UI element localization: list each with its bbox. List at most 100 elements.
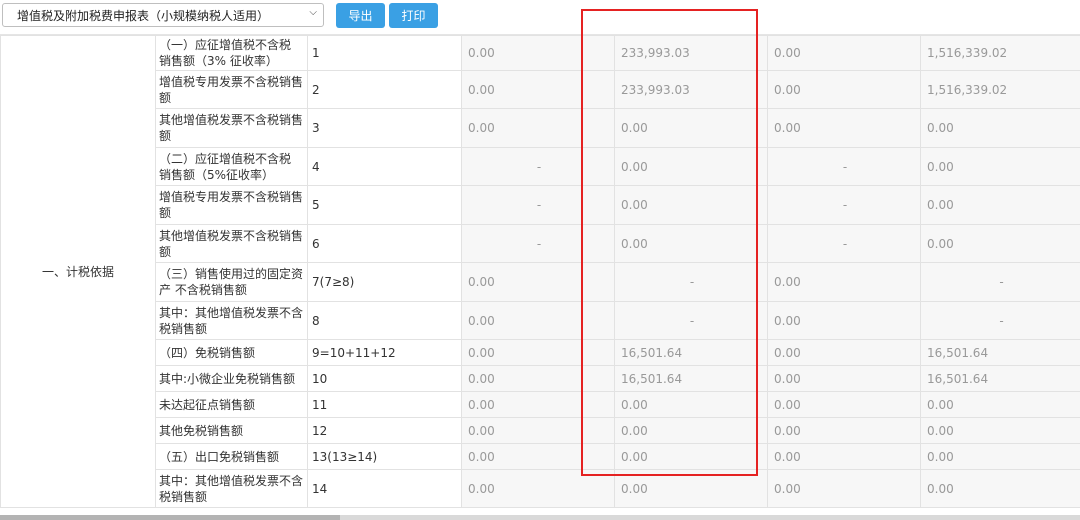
table-row: 其他免税销售额 12 0.00 0.00 0.00 0.00 bbox=[1, 417, 1080, 444]
table-row: 其他增值税发票不含税销售额 6-0.00-0.00 bbox=[1, 224, 1080, 263]
row-number: 5 bbox=[307, 185, 462, 225]
row-name: 增值税专用发票不含税销售额 bbox=[155, 70, 308, 109]
value-cell-c1[interactable]: 0.00 bbox=[461, 365, 615, 392]
tax-report-grid: 一、计税依据 （一）应征增值税不含税 销售额（3% 征收率） 1 0.00 233,99… bbox=[0, 35, 1080, 515]
value-cell-c4[interactable]: 0.00 bbox=[920, 469, 1080, 508]
report-type-select-value: 增值税及附加税费申报表（小规模纳税人适用） bbox=[17, 8, 270, 23]
value-cell-c2[interactable]: 0.00 bbox=[614, 185, 768, 225]
table-row: 其中:小微企业免税销售额 10 0.00 16,501.64 0.00 16,501.64 bbox=[1, 365, 1080, 392]
value-cell-c1[interactable]: 0.00 bbox=[461, 35, 615, 71]
value-cell-c4[interactable]: 0.00 bbox=[920, 443, 1080, 470]
report-type-select[interactable]: 增值税及附加税费申报表（小规模纳税人适用） ⌵ bbox=[2, 3, 324, 27]
value-cell-c2[interactable]: 0.00 bbox=[614, 469, 768, 508]
value-cell-c4[interactable]: 0.00 bbox=[920, 224, 1080, 263]
table-row: 其中：其他增值税发票不含税销售额 14 0.00 0.00 0.00 0.00 bbox=[1, 469, 1080, 508]
value-cell-c1[interactable]: 0.00 bbox=[461, 262, 615, 302]
value-cell-c4[interactable]: - bbox=[920, 301, 1080, 340]
value-cell-c1[interactable]: - bbox=[461, 147, 615, 186]
row-name: 未达起征点销售额 bbox=[155, 391, 308, 418]
row-name: （三）销售使用过的固定资产 不含税销售额 bbox=[155, 262, 308, 302]
table-row: （三）销售使用过的固定资产 不含税销售额 7(7≥8) 0.00-0.00- bbox=[1, 262, 1080, 302]
value-cell-c3[interactable]: - bbox=[767, 224, 921, 263]
value-cell-c1[interactable]: 0.00 bbox=[461, 301, 615, 340]
value-cell-c2[interactable]: 0.00 bbox=[614, 417, 768, 444]
value-cell-c2[interactable]: 0.00 bbox=[614, 147, 768, 186]
value-cell-c4[interactable]: 0.00 bbox=[920, 417, 1080, 444]
table-row: 一、计税依据 （一）应征增值税不含税 销售额（3% 征收率） 1 0.00 233,99… bbox=[0, 35, 1080, 508]
value-cell-c3[interactable]: 0.00 bbox=[767, 70, 921, 109]
row-name: （四）免税销售额 bbox=[155, 339, 308, 366]
table-row: 增值税专用发票不含税销售额 5-0.00-0.00 bbox=[1, 185, 1080, 225]
row-number: 7(7≥8) bbox=[307, 262, 462, 302]
value-cell-c4[interactable]: 1,516,339.02 bbox=[920, 35, 1080, 71]
value-cell-c2[interactable]: 0.00 bbox=[614, 391, 768, 418]
value-cell-c2[interactable]: - bbox=[614, 301, 768, 340]
value-cell-c1[interactable]: 0.00 bbox=[461, 70, 615, 109]
value-cell-c3[interactable]: - bbox=[767, 185, 921, 225]
value-cell-c2[interactable]: 0.00 bbox=[614, 224, 768, 263]
value-cell-c1[interactable]: 0.00 bbox=[461, 443, 615, 470]
table-row: （五）出口免税销售额 13(13≥14) 0.00 0.00 0.00 0.00 bbox=[1, 443, 1080, 470]
value-cell-c2[interactable]: 0.00 bbox=[614, 108, 768, 148]
row-name: 其中:小微企业免税销售额 bbox=[155, 365, 308, 392]
value-cell-c4[interactable]: - bbox=[920, 262, 1080, 302]
scrollbar-thumb[interactable] bbox=[0, 515, 340, 520]
value-cell-c1[interactable]: 0.00 bbox=[461, 469, 615, 508]
value-cell-c3[interactable]: 0.00 bbox=[767, 391, 921, 418]
table-row: 其中：其他增值税发票不含税销售额 8 0.00-0.00- bbox=[1, 301, 1080, 340]
row-number: 8 bbox=[307, 301, 462, 340]
value-cell-c3[interactable]: 0.00 bbox=[767, 301, 921, 340]
export-button[interactable]: 导出 bbox=[336, 3, 385, 28]
value-cell-c2[interactable]: 16,501.64 bbox=[614, 365, 768, 392]
value-cell-c3[interactable]: 0.00 bbox=[767, 365, 921, 392]
value-cell-c2[interactable]: 16,501.64 bbox=[614, 339, 768, 366]
row-number: 1 bbox=[307, 35, 462, 71]
value-cell-c3[interactable]: 0.00 bbox=[767, 339, 921, 366]
value-cell-c4[interactable]: 1,516,339.02 bbox=[920, 70, 1080, 109]
row-number: 14 bbox=[307, 469, 462, 508]
row-name: 其中：其他增值税发票不含税销售额 bbox=[155, 469, 308, 508]
value-cell-c4[interactable]: 0.00 bbox=[920, 108, 1080, 148]
value-cell-c1[interactable]: - bbox=[461, 224, 615, 263]
print-button[interactable]: 打印 bbox=[389, 3, 438, 28]
value-cell-c3[interactable]: 0.00 bbox=[767, 417, 921, 444]
category-cell: 一、计税依据 bbox=[0, 35, 156, 508]
value-cell-c3[interactable]: 0.00 bbox=[767, 35, 921, 71]
row-number: 4 bbox=[307, 147, 462, 186]
value-cell-c3[interactable]: 0.00 bbox=[767, 443, 921, 470]
value-cell-c1[interactable]: - bbox=[461, 185, 615, 225]
row-name: 其他增值税发票不含税销售额 bbox=[155, 224, 308, 263]
value-cell-c3[interactable]: - bbox=[767, 147, 921, 186]
table-row: （二）应征增值税不含税 销售额（5%征收率） 4-0.00-0.00 bbox=[1, 147, 1080, 186]
value-cell-c3[interactable]: 0.00 bbox=[767, 469, 921, 508]
value-cell-c4[interactable]: 0.00 bbox=[920, 391, 1080, 418]
row-name: （五）出口免税销售额 bbox=[155, 443, 308, 470]
value-cell-c4[interactable]: 16,501.64 bbox=[920, 339, 1080, 366]
horizontal-scrollbar[interactable] bbox=[0, 515, 1080, 520]
toolbar: 增值税及附加税费申报表（小规模纳税人适用） ⌵ 导出 打印 bbox=[0, 0, 1080, 34]
row-number: 6 bbox=[307, 224, 462, 263]
value-cell-c1[interactable]: 0.00 bbox=[461, 417, 615, 444]
value-cell-c1[interactable]: 0.00 bbox=[461, 339, 615, 366]
row-number: 2 bbox=[307, 70, 462, 109]
row-name: （一）应征增值税不含税 销售额（3% 征收率） bbox=[155, 35, 308, 71]
row-number: 9=10+11+12 bbox=[307, 339, 462, 366]
row-name: 其中：其他增值税发票不含税销售额 bbox=[155, 301, 308, 340]
chevron-down-icon: ⌵ bbox=[309, 7, 317, 18]
value-cell-c2[interactable]: 0.00 bbox=[614, 443, 768, 470]
value-cell-c4[interactable]: 0.00 bbox=[920, 147, 1080, 186]
row-number: 11 bbox=[307, 391, 462, 418]
row-name: （二）应征增值税不含税 销售额（5%征收率） bbox=[155, 147, 308, 186]
value-cell-c4[interactable]: 0.00 bbox=[920, 185, 1080, 225]
value-cell-c1[interactable]: 0.00 bbox=[461, 391, 615, 418]
value-cell-c3[interactable]: 0.00 bbox=[767, 262, 921, 302]
value-cell-c2[interactable]: - bbox=[614, 262, 768, 302]
value-cell-c1[interactable]: 0.00 bbox=[461, 108, 615, 148]
value-cell-c3[interactable]: 0.00 bbox=[767, 108, 921, 148]
value-cell-c4[interactable]: 16,501.64 bbox=[920, 365, 1080, 392]
table-row: 增值税专用发票不含税销售额 2 0.00 233,993.03 0.00 1,516,33… bbox=[1, 70, 1080, 109]
value-cell-c2[interactable]: 233,993.03 bbox=[614, 70, 768, 109]
row-name: 其他免税销售额 bbox=[155, 417, 308, 444]
table-row: （四）免税销售额 9=10+11+12 0.00 16,501.64 0.00 16,50… bbox=[1, 339, 1080, 366]
value-cell-c2[interactable]: 233,993.03 bbox=[614, 35, 768, 71]
